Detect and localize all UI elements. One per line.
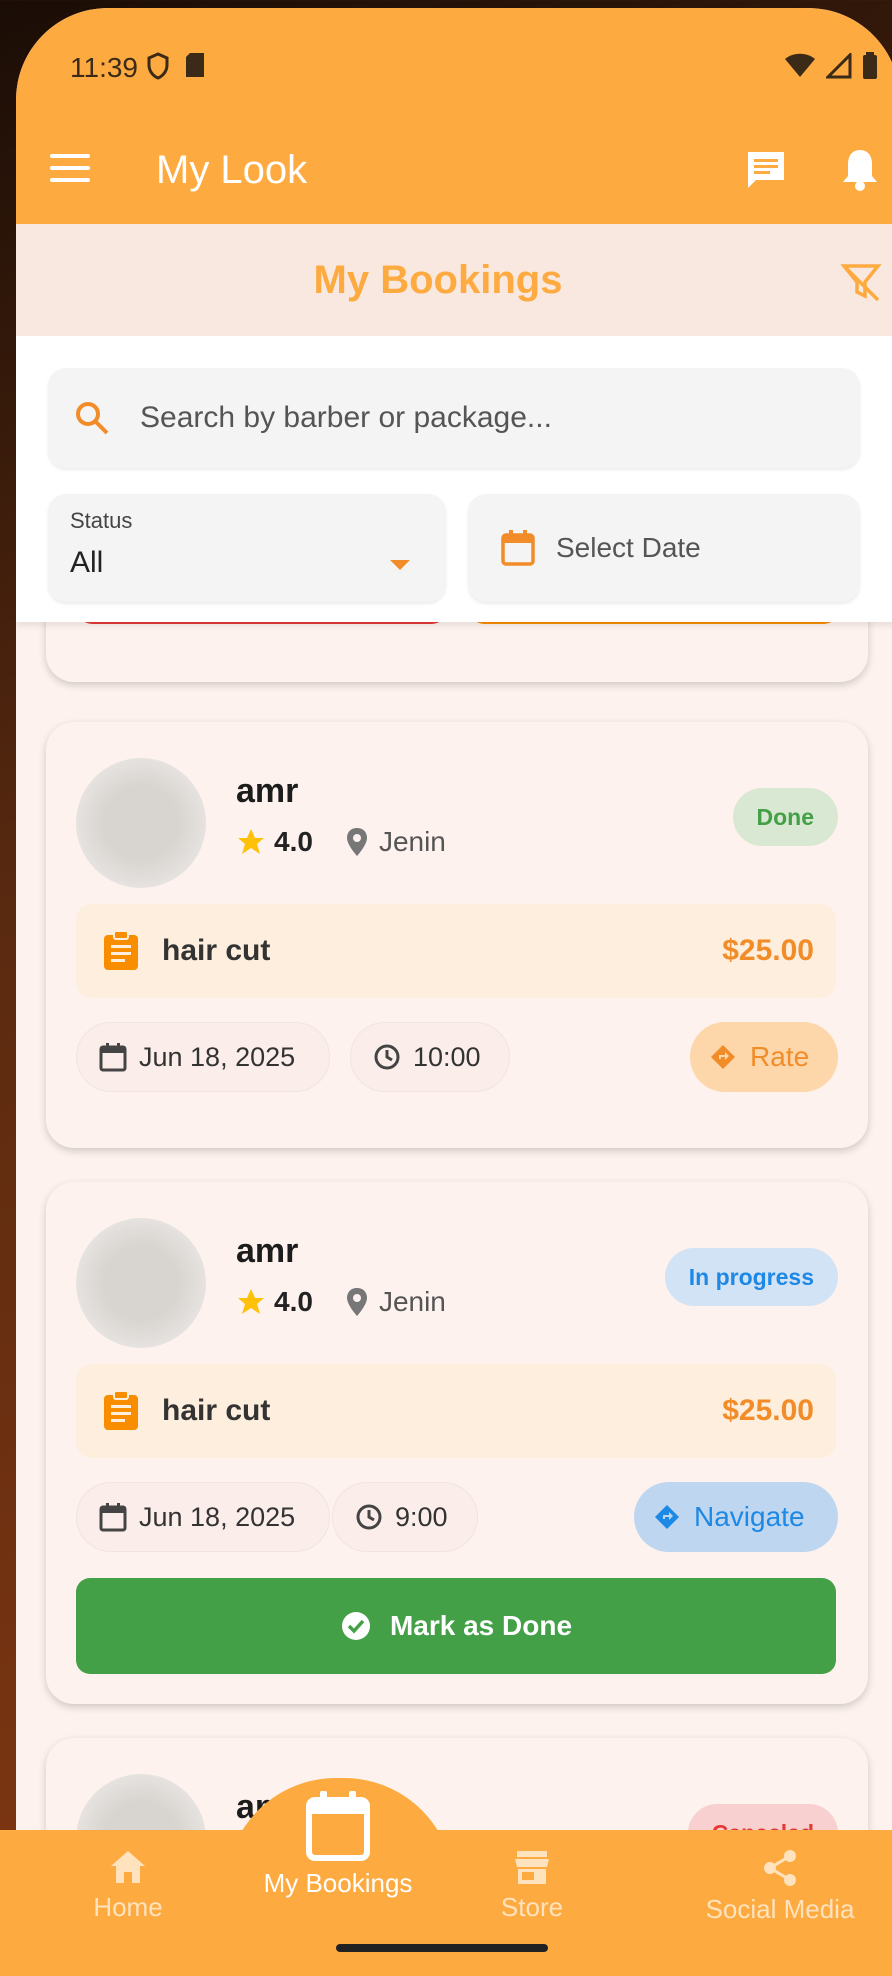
- package-price: $25.00: [722, 934, 814, 967]
- calendar-icon: [99, 1043, 127, 1072]
- nav-my-bookings-label: My Bookings: [263, 1868, 413, 1898]
- nav-home[interactable]: Home: [58, 1848, 198, 1923]
- rate-button-label: Rate: [750, 1041, 810, 1072]
- status-label: Status: [70, 508, 133, 533]
- shield-icon: [147, 52, 169, 80]
- battery-icon: [863, 52, 877, 79]
- booking-card[interactable]: amr 4.0 Jenin Done hair cut $25.00 Jun 1…: [46, 722, 868, 1148]
- avatar: [76, 1218, 206, 1348]
- calendar-icon: [99, 1503, 127, 1532]
- barber-name: amr: [236, 1232, 299, 1270]
- location-value: Jenin: [378, 826, 446, 857]
- date-picker[interactable]: Select Date: [468, 494, 860, 602]
- navigate-button[interactable]: Navigate: [634, 1482, 838, 1552]
- rate-button[interactable]: Rate: [690, 1022, 838, 1092]
- booking-card-partial: [46, 622, 868, 682]
- star-icon: [238, 1289, 264, 1314]
- barber-name: amr: [236, 772, 299, 810]
- location-pin-icon: [346, 828, 367, 856]
- status-dropdown[interactable]: Status All: [48, 494, 446, 602]
- status-badge: Done: [732, 788, 838, 846]
- time-pill: 9:00: [332, 1482, 478, 1552]
- status-icons-right: [784, 52, 878, 80]
- page-title: My Bookings: [313, 257, 563, 302]
- location-value: Jenin: [378, 1286, 446, 1317]
- dropdown-arrow-icon: [390, 560, 410, 570]
- mark-as-done-label: Mark as Done: [389, 1610, 573, 1641]
- avatar: [76, 758, 206, 888]
- date-picker-label: Select Date: [556, 532, 701, 563]
- directions-icon: [711, 1045, 735, 1069]
- status-value: All: [70, 546, 104, 579]
- nav-store[interactable]: Store: [462, 1848, 602, 1923]
- filter-panel: Status All Select Date: [16, 336, 892, 622]
- nav-home-label: Home: [93, 1892, 163, 1922]
- app-title: My Look: [156, 148, 308, 192]
- date-pill: Jun 18, 2025: [76, 1022, 330, 1092]
- navigate-button-label: Navigate: [694, 1501, 805, 1532]
- booking-date: Jun 18, 2025: [139, 1041, 296, 1072]
- calendar-icon: [501, 530, 535, 566]
- rating-value: 4.0: [274, 826, 313, 857]
- clipboard-icon: [104, 930, 138, 970]
- chat-icon[interactable]: [744, 148, 788, 192]
- bottom-navigation: Home My Bookings Store Social Media: [0, 1791, 892, 1976]
- booking-date: Jun 18, 2025: [139, 1501, 296, 1532]
- clock-icon: [356, 1504, 382, 1530]
- booking-card[interactable]: amr Canceled: [46, 1738, 868, 1842]
- clipboard-icon: [104, 1390, 138, 1430]
- package-price: $25.00: [722, 1394, 814, 1427]
- calendar-icon: [306, 1791, 370, 1861]
- search-icon: [76, 402, 109, 435]
- mark-as-done-button[interactable]: Mark as Done: [76, 1578, 836, 1674]
- sd-card-icon: [186, 53, 204, 77]
- package-row: hair cut $25.00: [76, 1364, 836, 1458]
- store-icon: [515, 1851, 549, 1884]
- reschedule-button-partial[interactable]: [470, 622, 838, 624]
- date-pill: Jun 18, 2025: [76, 1482, 330, 1552]
- filter-off-icon[interactable]: [840, 262, 882, 302]
- rating-row: 4.0 Jenin: [236, 826, 446, 858]
- star-icon: [238, 829, 264, 854]
- search-input[interactable]: [140, 401, 820, 435]
- search-box[interactable]: [48, 368, 860, 468]
- rating-value: 4.0: [274, 1286, 313, 1317]
- clock-icon: [374, 1044, 400, 1070]
- menu-icon[interactable]: [50, 154, 90, 184]
- nav-store-label: Store: [500, 1892, 564, 1922]
- share-icon: [764, 1850, 796, 1886]
- home-icon: [111, 1851, 145, 1883]
- status-badge: In progress: [664, 1248, 838, 1306]
- package-name: hair cut: [162, 1394, 271, 1427]
- wifi-icon: [785, 53, 815, 77]
- phone-screen: 11:39 My Look My Bookings Search by barb…: [16, 8, 892, 1976]
- bookings-list[interactable]: amr 4.0 Jenin Done hair cut $25.00 Jun 1…: [16, 622, 892, 1842]
- signal-icon: [826, 53, 852, 79]
- time-pill: 10:00: [350, 1022, 510, 1092]
- package-name: hair cut: [162, 934, 271, 967]
- status-icons-left: [146, 52, 206, 80]
- cancel-button-partial[interactable]: [78, 622, 446, 624]
- booking-card[interactable]: amr 4.0 Jenin In progress hair cut $25.0…: [46, 1182, 868, 1704]
- app-bar: 11:39 My Look: [16, 8, 892, 224]
- notification-bell-icon[interactable]: [840, 146, 880, 192]
- package-row: hair cut $25.00: [76, 904, 836, 998]
- home-indicator: [336, 1944, 548, 1952]
- status-time: 11:39: [70, 52, 138, 83]
- booking-time: 9:00: [395, 1501, 448, 1532]
- rating-row: 4.0 Jenin: [236, 1286, 446, 1318]
- nav-social-media-label: Social Media: [705, 1894, 855, 1924]
- directions-icon: [655, 1505, 679, 1529]
- bookings-header: My Bookings: [16, 224, 892, 336]
- nav-social-media[interactable]: Social Media: [680, 1848, 880, 1925]
- booking-time: 10:00: [413, 1041, 481, 1072]
- check-circle-icon: [341, 1612, 370, 1640]
- nav-my-bookings[interactable]: My Bookings: [238, 1790, 438, 1899]
- location-pin-icon: [346, 1288, 367, 1316]
